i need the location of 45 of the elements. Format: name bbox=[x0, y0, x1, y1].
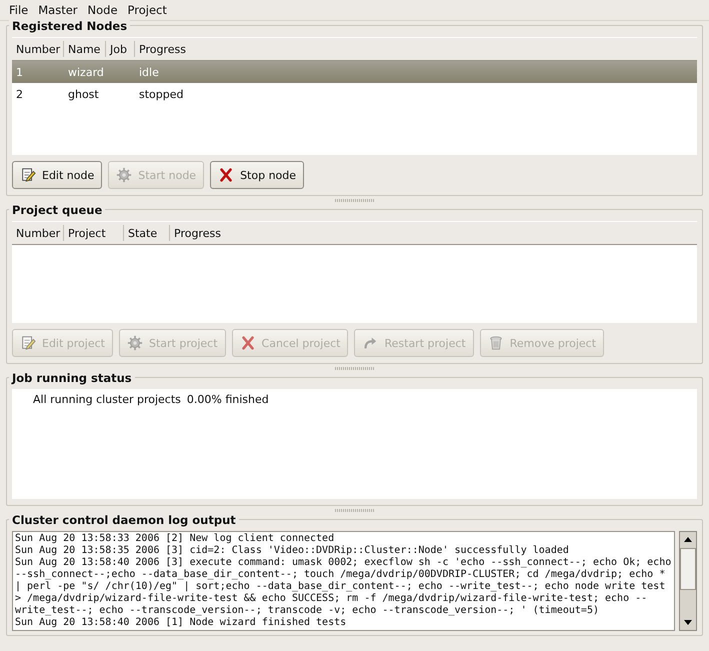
menu-item[interactable]: Node bbox=[82, 3, 123, 17]
log-line: Sun Aug 20 13:58:40 2006 [1] Node wizard finished tests bbox=[15, 617, 348, 629]
log-line: Sun Aug 20 13:58:33 2006 [2] New log client connected bbox=[15, 533, 336, 545]
page-pencil-icon bbox=[20, 335, 36, 351]
trash-can-icon bbox=[488, 335, 504, 351]
log-line: write_test--; echo --transcode_version--; transcode -v; echo --transcode_version--; ' (timeout=5) bbox=[15, 605, 600, 617]
action-button[interactable]: Stop node bbox=[210, 161, 304, 189]
status-label: All running cluster projects bbox=[33, 393, 181, 406]
table-cell: 1 bbox=[16, 66, 23, 78]
section-title: Cluster control daemon log output bbox=[9, 513, 239, 527]
column-header[interactable]: Progress bbox=[170, 225, 697, 241]
action-button[interactable]: Edit node bbox=[12, 161, 102, 189]
log-line: Sun Aug 20 13:58:35 2006 [3] cid=2: Class 'Video::DVDRip::Cluster::Node' successfully loaded bbox=[15, 545, 570, 557]
column-header[interactable]: Number bbox=[12, 225, 64, 241]
log-line: | perl -pe "s/ /chr(10)/eg" | sort;echo --data_base_dir_content--; echo --write_test--; echo node write test bbox=[15, 581, 666, 593]
x-mark-icon bbox=[218, 167, 234, 183]
section-title: Project queue bbox=[9, 203, 106, 217]
column-header[interactable]: State bbox=[124, 225, 170, 241]
table-cell: idle bbox=[139, 66, 159, 78]
column-header[interactable]: Number bbox=[12, 41, 64, 57]
table-row[interactable]: 2 ghost stopped bbox=[12, 83, 697, 105]
page-pencil-icon bbox=[20, 167, 36, 183]
menu-item[interactable]: Master bbox=[33, 3, 83, 17]
status-value: 0.00% finished bbox=[186, 393, 269, 406]
table-cell: 2 bbox=[16, 88, 23, 100]
column-header[interactable]: Job bbox=[106, 41, 135, 57]
log-line: > /mega/dvdrip/wizard-file-write-test && echo SUCCESS; rm -f /mega/dvdrip/wizard-file-write-test; echo -- bbox=[15, 593, 648, 605]
column-header[interactable]: Project bbox=[64, 225, 124, 241]
log-line: Sun Aug 20 13:58:40 2006 [3] execute command: umask 0002; execflow sh -c 'echo --ssh_connect--; echo Ok; echo bbox=[15, 557, 672, 569]
section-title: Registered Nodes bbox=[9, 19, 130, 33]
curved-arrow-icon bbox=[362, 335, 378, 351]
x-mark-icon bbox=[240, 335, 256, 351]
table-cell: wizard bbox=[68, 66, 104, 78]
log-line: --ssh_connect--;echo --data_base_dir_content--; touch /mega/dvdrip/00DVDRIP-CLUSTER; cd /mega/dvdrip; echo * bbox=[15, 569, 666, 581]
log-text-area[interactable] bbox=[12, 531, 675, 631]
column-header[interactable]: Name bbox=[64, 41, 106, 57]
column-header[interactable]: Progress bbox=[135, 41, 697, 57]
table-cell: ghost bbox=[68, 88, 99, 100]
vertical-scrollbar[interactable] bbox=[679, 531, 697, 631]
table-cell: stopped bbox=[139, 88, 184, 100]
gear-icon bbox=[126, 335, 143, 351]
section-title: Job running status bbox=[9, 371, 135, 385]
gear-icon bbox=[116, 167, 132, 183]
menu-item[interactable]: File bbox=[4, 3, 34, 17]
menu-item[interactable]: Project bbox=[122, 3, 172, 17]
